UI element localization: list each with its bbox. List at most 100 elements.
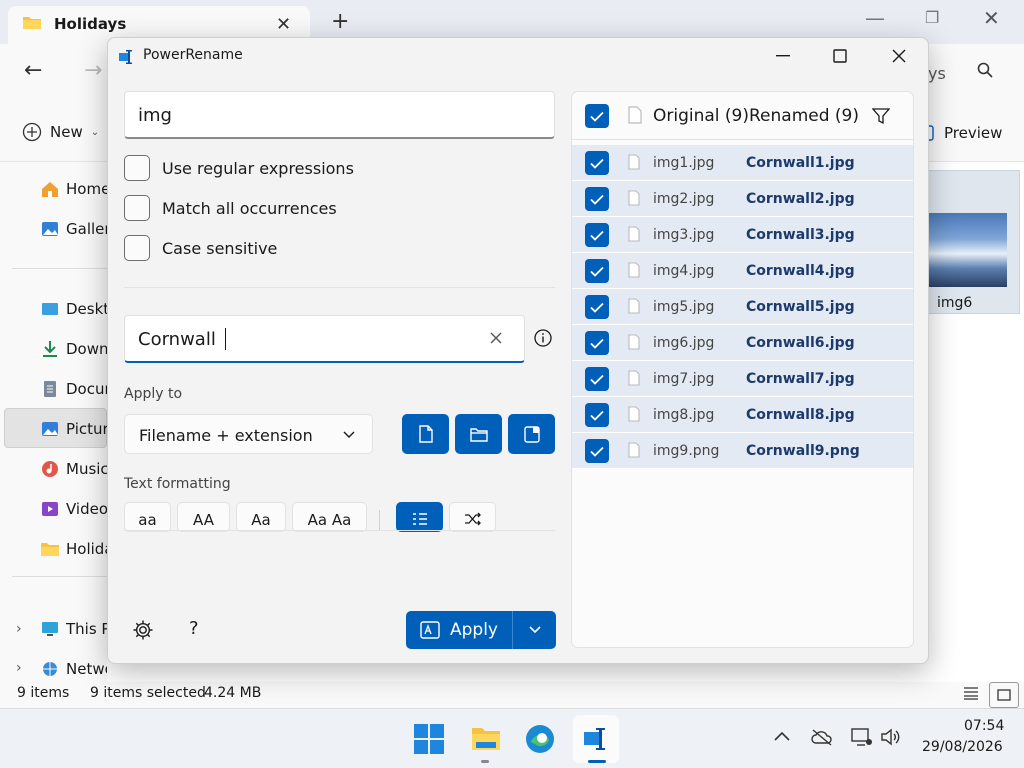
chevron-up-icon[interactable] [774,731,790,741]
sidebar-item-desktop[interactable]: Desktop [40,297,107,321]
sidebar-item-pictures[interactable]: Pictures [40,417,107,441]
volume-icon[interactable] [880,727,902,747]
sidebar-item-gallery[interactable]: Gallery [40,217,107,241]
uppercase-button[interactable]: AA [177,502,230,532]
sidebar-item-music[interactable]: Music [40,457,107,481]
filter-icon[interactable] [872,107,890,125]
restore-icon[interactable]: ❐ [925,8,939,27]
search-input[interactable]: img [124,91,555,139]
minimize-button[interactable] [754,38,812,74]
sidebar-item-videos[interactable]: Videos [40,497,107,521]
regex-checkbox[interactable] [124,155,150,181]
renamed-name: Cornwall1.jpg [746,155,855,171]
option-case-sensitive[interactable]: Case sensitive [124,234,277,262]
titlecase-button[interactable]: Aa [236,502,286,532]
file-row[interactable]: img2.jpg Cornwall2.jpg [572,181,913,217]
help-icon[interactable]: ? [189,618,199,639]
file-checkbox[interactable] [585,295,609,319]
search-icon[interactable] [977,62,993,78]
file-row[interactable]: img7.jpg Cornwall7.jpg [572,361,913,397]
apply-options-dropdown[interactable] [513,611,556,649]
back-arrow-icon[interactable]: ← [24,58,42,83]
sidebar-item-home[interactable]: Home [40,177,107,201]
file-row[interactable]: img9.png Cornwall9.png [572,433,913,469]
sidebar-item-this-pc[interactable]: This PC [40,617,107,641]
file-icon [628,154,640,170]
file-checkbox[interactable] [585,331,609,355]
file-checkbox[interactable] [585,367,609,391]
details-view-icon[interactable] [963,686,979,700]
file-checkbox[interactable] [585,187,609,211]
file-checkbox[interactable] [585,151,609,175]
file-row[interactable]: img6.jpg Cornwall6.jpg [572,325,913,361]
original-name: img1.jpg [653,155,715,171]
clock-date[interactable]: 29/08/2026 [922,739,1003,755]
maximize-button[interactable] [811,38,869,74]
case-sensitive-checkbox[interactable] [124,235,150,261]
forward-arrow-icon[interactable]: → [84,58,102,83]
new-button[interactable]: New ⌄ [22,122,99,142]
file-row[interactable]: img1.jpg Cornwall1.jpg [572,145,913,181]
renamed-name: Cornwall5.jpg [746,299,855,315]
renamed-name: Cornwall2.jpg [746,191,855,207]
file-row[interactable]: img5.jpg Cornwall5.jpg [572,289,913,325]
explorer-close-icon[interactable]: ✕ [983,6,1000,30]
large-icons-view-icon[interactable] [989,682,1019,708]
file-icon [628,226,640,242]
original-name: img5.jpg [653,299,715,315]
match-all-checkbox[interactable] [124,195,150,221]
file-row[interactable]: img8.jpg Cornwall8.jpg [572,397,913,433]
select-all-checkbox[interactable] [585,104,609,128]
onedrive-offline-icon[interactable] [811,728,833,746]
sidebar-item-network[interactable]: Network [40,657,107,681]
network-tray-icon[interactable] [851,727,873,747]
chevron-down-icon [528,626,541,634]
thumbnail-selected[interactable]: img6 [928,170,1020,314]
close-button[interactable] [870,38,928,74]
settings-icon[interactable] [132,619,154,641]
sidebar-item-holidays[interactable]: Holidays [40,537,107,561]
file-checkbox[interactable] [585,439,609,463]
renamed-name: Cornwall9.png [746,443,860,459]
apply-to-dropdown[interactable]: Filename + extension [124,414,373,454]
subfolder-icon [523,425,540,443]
randomize-button[interactable] [449,502,496,532]
home-icon [40,179,60,199]
include-folders-button[interactable] [455,414,502,454]
clear-icon[interactable] [490,332,502,344]
running-indicator [481,760,489,763]
file-checkbox[interactable] [585,223,609,247]
file-explorer-icon[interactable] [471,724,501,752]
file-checkbox[interactable] [585,403,609,427]
start-icon[interactable] [414,724,444,754]
apply-button[interactable]: Apply [406,611,512,649]
new-tab-icon[interactable]: + [331,9,349,34]
capitalize-each-word-button[interactable]: Aa Aa [292,502,367,532]
file-checkbox[interactable] [585,259,609,283]
status-bar: 9 items 9 items selected 4.24 MB [0,682,1024,708]
active-indicator [588,760,606,763]
expand-chevron-icon[interactable]: › [16,660,22,676]
preview-button[interactable]: Preview [920,124,1002,142]
close-tab-icon[interactable]: ✕ [276,14,291,35]
enumerate-button[interactable] [396,502,443,532]
sidebar-item-documents[interactable]: Documents [40,377,107,401]
file-row[interactable]: img3.jpg Cornwall3.jpg [572,217,913,253]
sidebar-divider [12,576,107,577]
include-subfolders-button[interactable] [508,414,555,454]
minimize-icon[interactable]: — [865,6,885,30]
clock-time[interactable]: 07:54 [964,718,1004,734]
expand-chevron-icon[interactable]: › [16,621,22,637]
include-files-button[interactable] [402,414,449,454]
option-regex[interactable]: Use regular expressions [124,154,354,182]
file-icon [628,406,640,422]
lowercase-button[interactable]: aa [124,502,171,532]
file-row[interactable]: img4.jpg Cornwall4.jpg [572,253,913,289]
pictures-icon [40,419,60,439]
info-icon[interactable] [534,329,552,347]
edge-icon[interactable] [525,724,555,754]
minimize-icon [776,55,790,57]
option-match-all[interactable]: Match all occurrences [124,194,337,222]
replace-input[interactable]: Cornwall [124,315,525,363]
sidebar-item-downloads[interactable]: Downloads [40,337,107,361]
